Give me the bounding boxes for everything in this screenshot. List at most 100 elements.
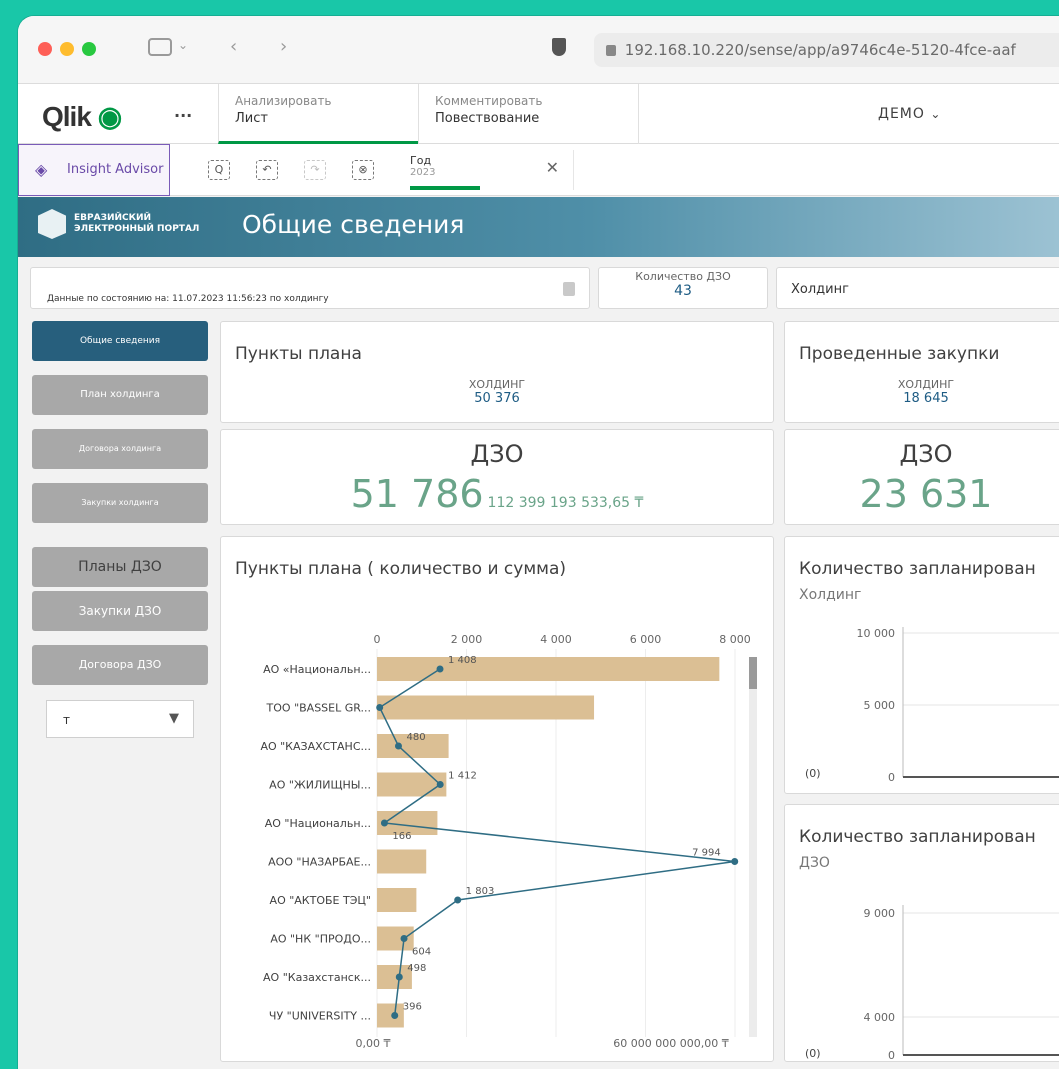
step-back-icon[interactable]: ↶: [256, 160, 278, 180]
purch-dzo-card: ДЗО 23 631: [784, 429, 1059, 525]
plan-points-card: Пункты плана ХОЛДИНГ 50 376: [220, 321, 774, 423]
point-value-label: 166: [392, 831, 411, 842]
close-window-button[interactable]: [38, 42, 52, 56]
forward-icon[interactable]: ›: [280, 36, 287, 57]
nav-dzo-purchases[interactable]: Закупки ДЗО: [32, 591, 208, 631]
line-point[interactable]: [454, 896, 462, 904]
tab-narrate-label: Повествование: [435, 111, 540, 126]
currency-value: т: [63, 713, 70, 727]
app-selector[interactable]: ДЕМО ⌄: [878, 106, 941, 122]
zoom-window-button[interactable]: [82, 42, 96, 56]
purch-dzo-kpi: 23 631: [785, 472, 1059, 516]
lock-icon: [606, 45, 616, 56]
bottom-axis-max: 60 000 000 000,00 ₸: [613, 1037, 728, 1050]
clear-selections-icon[interactable]: ⊗: [352, 160, 374, 180]
line-point[interactable]: [394, 742, 402, 750]
sidebar-toggle-icon[interactable]: [148, 38, 172, 56]
nav-holding-plan[interactable]: План холдинга: [32, 375, 208, 415]
chevron-down-icon[interactable]: ⌄: [178, 38, 188, 52]
bar[interactable]: [377, 1003, 404, 1028]
x-tick-label: 8 000: [719, 633, 751, 646]
selection-bar-indicator: [410, 186, 480, 190]
smart-search-icon[interactable]: Q: [208, 160, 230, 180]
category-label: АО "Казахстанск...: [263, 971, 371, 984]
tab-narrate-small: Комментировать: [435, 94, 543, 108]
line-point[interactable]: [380, 819, 388, 827]
nav-dzo-contracts[interactable]: Договора ДЗО: [32, 645, 208, 685]
bar[interactable]: [377, 772, 447, 797]
chart2-card: Количество запланирован Холдинг 10 000 5…: [784, 536, 1059, 794]
line-point[interactable]: [400, 935, 408, 942]
line-point[interactable]: [395, 973, 403, 981]
kpi-dzo-count-value: 43: [674, 283, 692, 299]
series-line: [378, 668, 735, 1016]
plan-dzo-card: ДЗО 51 786 112 399 193 533,65 ₸: [220, 429, 774, 525]
chart3-card: Количество запланирован ДЗО 9 000 4 000 …: [784, 804, 1059, 1062]
scrollbar-thumb[interactable]: [749, 657, 757, 689]
bar[interactable]: [377, 888, 417, 912]
category-label: АОО "НАЗАРБАЕ...: [268, 856, 371, 869]
plan-dzo-kpi: 51 786 112 399 193 533,65 ₸: [221, 472, 773, 516]
selection-field: Год: [410, 154, 432, 167]
shield-icon[interactable]: [552, 38, 566, 56]
tab-analyze[interactable]: Анализировать Лист: [218, 84, 418, 144]
y-tick: 9 000: [864, 907, 896, 920]
plan-dzo-sum: 112 399 193 533,65 ₸: [487, 495, 644, 511]
plan-dzo-value: 51 786: [350, 472, 484, 516]
more-menu-button[interactable]: ...: [174, 102, 192, 121]
address-bar[interactable]: 192.168.10.220/sense/app/a9746c4e-5120-4…: [594, 33, 1059, 67]
qlik-logo[interactable]: Qlik ◉: [42, 100, 122, 133]
chart2-plot[interactable]: 10 000 5 000 0 (0): [785, 537, 1059, 795]
qlik-q-icon: ◉: [90, 101, 122, 132]
nav-holding-contracts[interactable]: Договора холдинга: [32, 429, 208, 469]
insight-advisor-icon: ◈: [35, 160, 48, 179]
holding-filter[interactable]: Холдинг: [776, 267, 1059, 309]
tab-divider: [638, 84, 639, 144]
category-label: АО "НК "ПРОДО...: [270, 933, 371, 946]
line-point[interactable]: [391, 1012, 399, 1019]
line-point[interactable]: [436, 781, 444, 788]
category-label: ЧУ "UNIVERSITY ...: [269, 1010, 371, 1023]
bar[interactable]: [377, 657, 720, 681]
chart1-card: Пункты плана ( количество и сумма) 02 00…: [220, 536, 774, 1062]
insight-advisor-label: Insight Advisor: [67, 162, 164, 177]
currency-select[interactable]: т ▼: [46, 700, 194, 738]
line-point[interactable]: [436, 665, 444, 673]
plan-dzo-label: ДЗО: [470, 440, 524, 468]
bar[interactable]: [377, 849, 427, 874]
insight-advisor-button[interactable]: ◈ Insight Advisor: [18, 144, 170, 196]
null-label: (0): [805, 1047, 821, 1060]
kpi-dzo-count-label: Количество ДЗО: [635, 270, 731, 283]
caret-down-icon: ▼: [169, 711, 179, 726]
x-tick-label: 4 000: [540, 633, 572, 646]
line-point[interactable]: [376, 704, 384, 711]
selection-chip-year[interactable]: Год 2023 ✕: [398, 150, 574, 190]
tab-narrate[interactable]: Комментировать Повествование: [418, 84, 638, 144]
category-label: ТОО "BASSEL GR...: [266, 702, 371, 715]
x-tick-label: 0: [374, 633, 381, 646]
plan-points-value: 50 376: [474, 391, 520, 406]
nav-general-info[interactable]: Общие сведения: [32, 321, 208, 361]
step-forward-icon[interactable]: ↷: [304, 160, 326, 180]
category-label: АО «Национальн...: [263, 663, 371, 676]
category-label: АО "АКТОБЕ ТЭЦ": [270, 894, 371, 907]
back-icon[interactable]: ‹: [230, 36, 237, 57]
scrollbar-track[interactable]: [749, 657, 757, 1037]
bar[interactable]: [377, 695, 595, 720]
minimize-window-button[interactable]: [60, 42, 74, 56]
chart1-plot[interactable]: 0 2 000 4 000 6 000 8 000 АО «Национальн... Т…: [221, 537, 775, 1063]
close-icon[interactable]: ✕: [546, 158, 559, 177]
purch-dzo-value: 23 631: [859, 472, 993, 516]
chart3-plot[interactable]: 9 000 4 000 0 (0): [785, 805, 1059, 1063]
nav-dzo-plans[interactable]: Планы ДЗО: [32, 547, 208, 587]
holding-filter-label: Холдинг: [791, 282, 849, 297]
portal-logo-icon: [38, 209, 66, 239]
bar[interactable]: [377, 926, 414, 951]
bottom-axis-min: 0,00 ₸: [356, 1037, 391, 1050]
y-tick: 0: [888, 1049, 895, 1062]
line-point[interactable]: [731, 858, 739, 865]
plan-points-title: Пункты плана: [235, 344, 362, 364]
nav-holding-purchases[interactable]: Закупки холдинга: [32, 483, 208, 523]
lock-icon[interactable]: [563, 282, 575, 296]
purchases-label: ХОЛДИНГ: [897, 378, 955, 391]
